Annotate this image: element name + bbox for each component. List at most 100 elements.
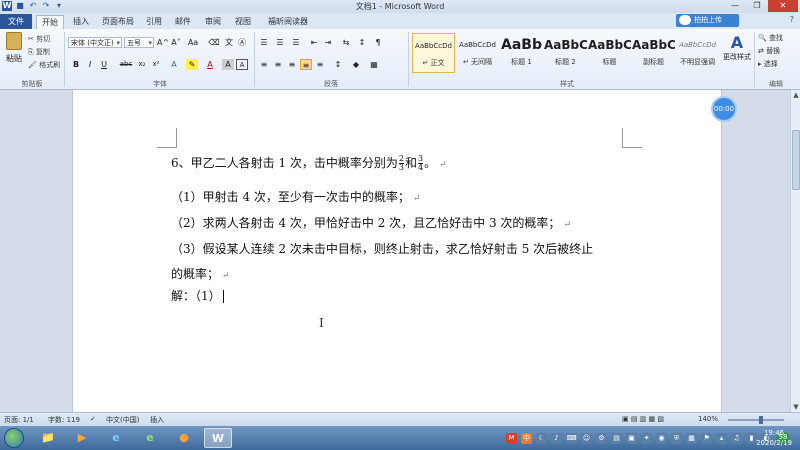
paragraph[interactable]: （2）求两人各射击 4 次，甲恰好击中 2 次，且乙恰好击中 3 次的概率； ↵ (171, 214, 571, 231)
scroll-down-icon[interactable]: ▼ (791, 402, 800, 412)
paste-button[interactable]: 粘贴 (4, 32, 24, 68)
maximize-button[interactable]: ❐ (746, 0, 768, 12)
font-name-select[interactable]: 宋体 (中文正) (68, 37, 122, 48)
firefox-icon[interactable]: ● (170, 428, 198, 448)
tab-review[interactable]: 审阅 (200, 15, 226, 29)
grow-font-button[interactable]: A^ (157, 37, 169, 48)
tab-page-layout[interactable]: 页面布局 (98, 15, 138, 29)
tray-app-icon[interactable]: ◉ (656, 432, 667, 444)
vertical-scrollbar[interactable]: ▲ ▼ (790, 90, 800, 412)
char-border-icon[interactable]: A (236, 59, 248, 70)
start-button[interactable] (4, 428, 24, 448)
tray-app-icon[interactable]: ♪ (551, 432, 562, 444)
tray-app-icon[interactable]: ✦ (641, 432, 652, 444)
help-icon[interactable]: ? (790, 15, 794, 24)
increase-indent-icon[interactable]: ⇥ (322, 37, 334, 48)
upload-button[interactable]: 拍拍上传 (676, 14, 739, 27)
style-subtitle[interactable]: AaBbC 副标题 (632, 33, 675, 73)
underline-button[interactable]: U (98, 59, 110, 70)
tab-insert[interactable]: 插入 (68, 15, 94, 29)
bold-button[interactable]: B (70, 59, 82, 70)
tray-app-icon[interactable]: ▤ (611, 432, 622, 444)
bullets-icon[interactable]: ☰ (258, 37, 270, 48)
select-button[interactable]: ▸ 选择 (758, 59, 778, 69)
enclose-char-button[interactable]: Ⓐ (236, 37, 248, 48)
question-title[interactable]: 6、甲乙二人各射击 1 次，击中概率分别为 2 3 和 3 4。 ↵ (171, 154, 447, 172)
font-color-button[interactable]: A (204, 59, 216, 70)
network-icon[interactable]: ▦ (686, 432, 697, 444)
style-normal[interactable]: AaBbCcDd ↵ 正文 (412, 33, 455, 73)
clear-format-icon[interactable]: ⌫ (208, 37, 220, 48)
strikethrough-button[interactable]: abc (118, 59, 134, 70)
tab-file[interactable]: 文件 (0, 14, 32, 29)
browser-360-icon[interactable]: e (136, 428, 164, 448)
replace-button[interactable]: ⇄ 替换 (758, 46, 780, 56)
superscript-button[interactable]: x² (150, 59, 162, 70)
paragraph[interactable]: （3）假设某人连续 2 次未击中目标，则终止射击，求乙恰好射击 5 次后被终止 (171, 240, 593, 257)
explorer-icon[interactable]: 📁 (34, 428, 62, 448)
ie-icon[interactable]: e (102, 428, 130, 448)
show-marks-icon[interactable]: ¶ (372, 37, 384, 48)
multilevel-list-icon[interactable]: ☰ (290, 37, 302, 48)
tab-foxit-reader[interactable]: 福昕阅读器 (262, 15, 314, 29)
ime-icon[interactable]: M (506, 432, 517, 444)
line-spacing-icon[interactable]: ↕ (332, 59, 344, 70)
copy-button[interactable]: ⎘ 复制 (28, 47, 50, 57)
font-size-select[interactable]: 五号 (124, 37, 154, 48)
style-no-spacing[interactable]: AaBbCcDd ↵ 无间隔 (456, 33, 499, 73)
justify-icon[interactable]: ≡ (300, 59, 312, 70)
style-heading-2[interactable]: AaBbC 标题 2 (544, 33, 587, 73)
style-heading-1[interactable]: AaBb 标题 1 (500, 33, 543, 73)
proofing-icon[interactable]: ✓ (90, 415, 96, 423)
language[interactable]: 中文(中国) (106, 415, 139, 425)
volume-icon[interactable]: ♫ (731, 432, 742, 444)
view-buttons-icon[interactable]: ▣ ▤ ▥ ▦ ▧ (622, 415, 664, 423)
close-button[interactable]: ✕ (768, 0, 798, 12)
distributed-icon[interactable]: ≡ (314, 59, 326, 70)
tab-mailings[interactable]: 邮件 (170, 15, 196, 29)
tab-view[interactable]: 视图 (230, 15, 256, 29)
style-subtle-emphasis[interactable]: AaBbCcDd 不明显强调 (676, 33, 719, 73)
paragraph[interactable]: 的概率； ↵ (171, 265, 230, 282)
text-effects-icon[interactable]: A (168, 59, 180, 70)
paragraph[interactable]: （1）甲射击 4 次，至少有一次击中的概率； ↵ (171, 188, 420, 205)
settings-icon[interactable]: ⚙ (596, 432, 607, 444)
numbering-icon[interactable]: ☰ (274, 37, 286, 48)
scrollbar-thumb[interactable] (792, 130, 800, 190)
insert-mode[interactable]: 插入 (150, 415, 164, 425)
italic-button[interactable]: I (84, 59, 96, 70)
change-case-button[interactable]: Aa (186, 37, 200, 48)
align-right-icon[interactable]: ≡ (286, 59, 298, 70)
zoom-slider[interactable] (728, 416, 784, 424)
align-left-icon[interactable]: ≡ (258, 59, 270, 70)
flag-icon[interactable]: ⚑ (701, 432, 712, 444)
cut-button[interactable]: ✂ 剪切 (28, 34, 50, 44)
borders-icon[interactable]: ▦ (368, 59, 380, 70)
system-clock[interactable]: 19:46 2020/2/19 (756, 428, 792, 448)
shading-icon[interactable]: ◆ (350, 59, 362, 70)
sort-icon[interactable]: ↕ (356, 37, 368, 48)
char-shading-button[interactable]: A (222, 59, 234, 70)
media-player-icon[interactable]: ▶ (68, 428, 96, 448)
shield-icon[interactable]: ⛨ (671, 432, 682, 444)
chevron-up-icon[interactable]: ▴ (716, 432, 727, 444)
tray-app-icon[interactable]: 中 (521, 432, 532, 444)
person-icon[interactable]: ☺ (581, 432, 592, 444)
align-center-icon[interactable]: ≡ (272, 59, 284, 70)
document-page[interactable]: 6、甲乙二人各射击 1 次，击中概率分别为 2 3 和 3 4。 ↵ （1）甲射击 4 次，… (72, 90, 722, 412)
shrink-font-button[interactable]: A˅ (170, 37, 182, 48)
subscript-button[interactable]: x₂ (136, 59, 148, 70)
tab-home[interactable]: 开始 (36, 15, 64, 29)
zoom-slider-knob[interactable] (759, 416, 764, 424)
recording-timer[interactable]: 00:00 (711, 96, 737, 122)
chinese-layout-icon[interactable]: ⇆ (340, 37, 352, 48)
word-count[interactable]: 字数: 119 (48, 415, 80, 425)
word-taskbar-icon[interactable]: W (204, 428, 232, 448)
phonetic-guide-button[interactable]: 文 (223, 37, 235, 48)
tray-app-icon[interactable]: ▣ (626, 432, 637, 444)
format-painter-button[interactable]: 🖌 格式刷 (28, 60, 60, 70)
decrease-indent-icon[interactable]: ⇤ (308, 37, 320, 48)
find-button[interactable]: 🔍 查找 (758, 33, 783, 43)
moon-icon[interactable]: ☾ (536, 432, 547, 444)
paragraph[interactable]: 解：（1） (171, 287, 224, 304)
